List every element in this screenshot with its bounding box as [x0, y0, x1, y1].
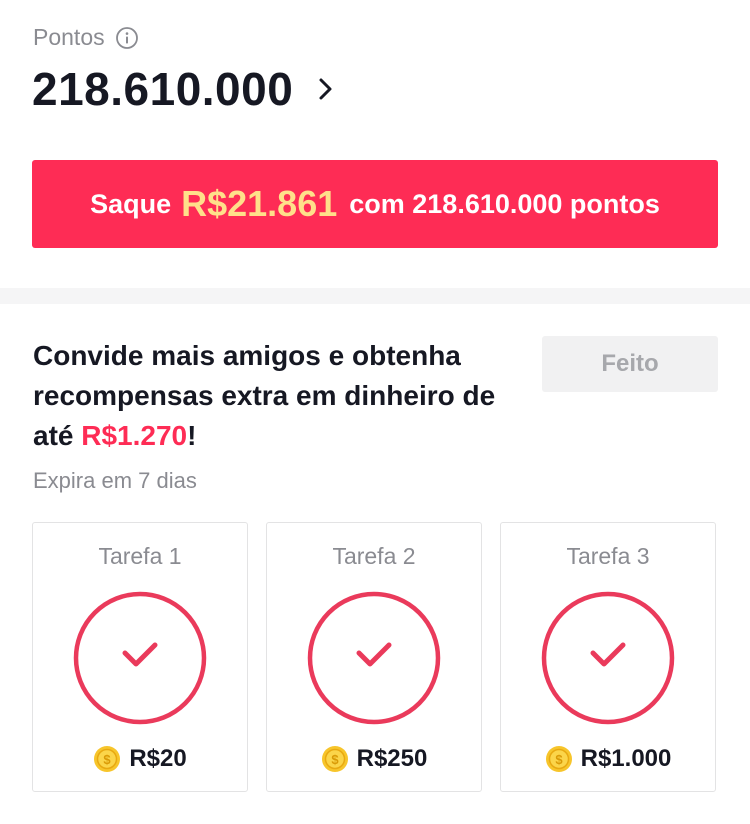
- task-title: Tarefa 2: [332, 543, 416, 569]
- svg-text:$: $: [104, 752, 112, 767]
- section-divider: [0, 288, 750, 304]
- task-card-2[interactable]: Tarefa 2 $ R$250: [266, 522, 482, 792]
- done-button[interactable]: Feito: [542, 336, 718, 392]
- reward-amount: R$20: [129, 745, 187, 772]
- task-title: Tarefa 3: [566, 543, 650, 569]
- task-reward: $ R$250: [267, 745, 481, 773]
- task-reward: $ R$1.000: [501, 745, 715, 773]
- done-button-label: Feito: [601, 350, 659, 377]
- coin-icon: $: [93, 745, 121, 773]
- task-completed-circle: [541, 591, 675, 725]
- svg-text:$: $: [331, 752, 339, 767]
- task-title: Tarefa 1: [98, 543, 182, 569]
- invite-title-end: !: [187, 420, 197, 451]
- reward-amount: R$250: [356, 745, 428, 772]
- points-label-row: Pontos: [33, 24, 139, 51]
- points-value-link[interactable]: 218.610.000: [32, 62, 337, 116]
- invite-title: Convide mais amigos e obtenha recompensa…: [33, 336, 513, 456]
- reward-amount: R$1.000: [580, 745, 672, 772]
- coin-icon: $: [321, 745, 349, 773]
- expiry-text: Expira em 7 dias: [33, 468, 197, 493]
- withdraw-prefix: Saque: [90, 188, 172, 219]
- info-icon[interactable]: [115, 26, 139, 50]
- svg-text:$: $: [555, 752, 563, 767]
- check-icon: [590, 642, 626, 667]
- task-card-1[interactable]: Tarefa 1 $ R$20: [32, 522, 248, 792]
- withdraw-suffix: com 218.610.000 pontos: [349, 188, 660, 219]
- points-label: Pontos: [33, 24, 105, 50]
- withdraw-amount: R$21.861: [181, 183, 338, 224]
- task-completed-circle: [307, 591, 441, 725]
- coin-icon: $: [545, 745, 573, 773]
- check-icon: [356, 642, 392, 667]
- points-value: 218.610.000: [32, 63, 294, 115]
- task-card-3[interactable]: Tarefa 3 $ R$1.000: [500, 522, 716, 792]
- invite-title-amount: R$1.270: [81, 420, 188, 451]
- check-icon: [122, 642, 158, 667]
- chevron-right-icon: [315, 74, 337, 104]
- task-reward: $ R$20: [33, 745, 247, 773]
- withdraw-button[interactable]: Saque R$21.861 com 218.610.000 pontos: [32, 160, 718, 248]
- task-completed-circle: [73, 591, 207, 725]
